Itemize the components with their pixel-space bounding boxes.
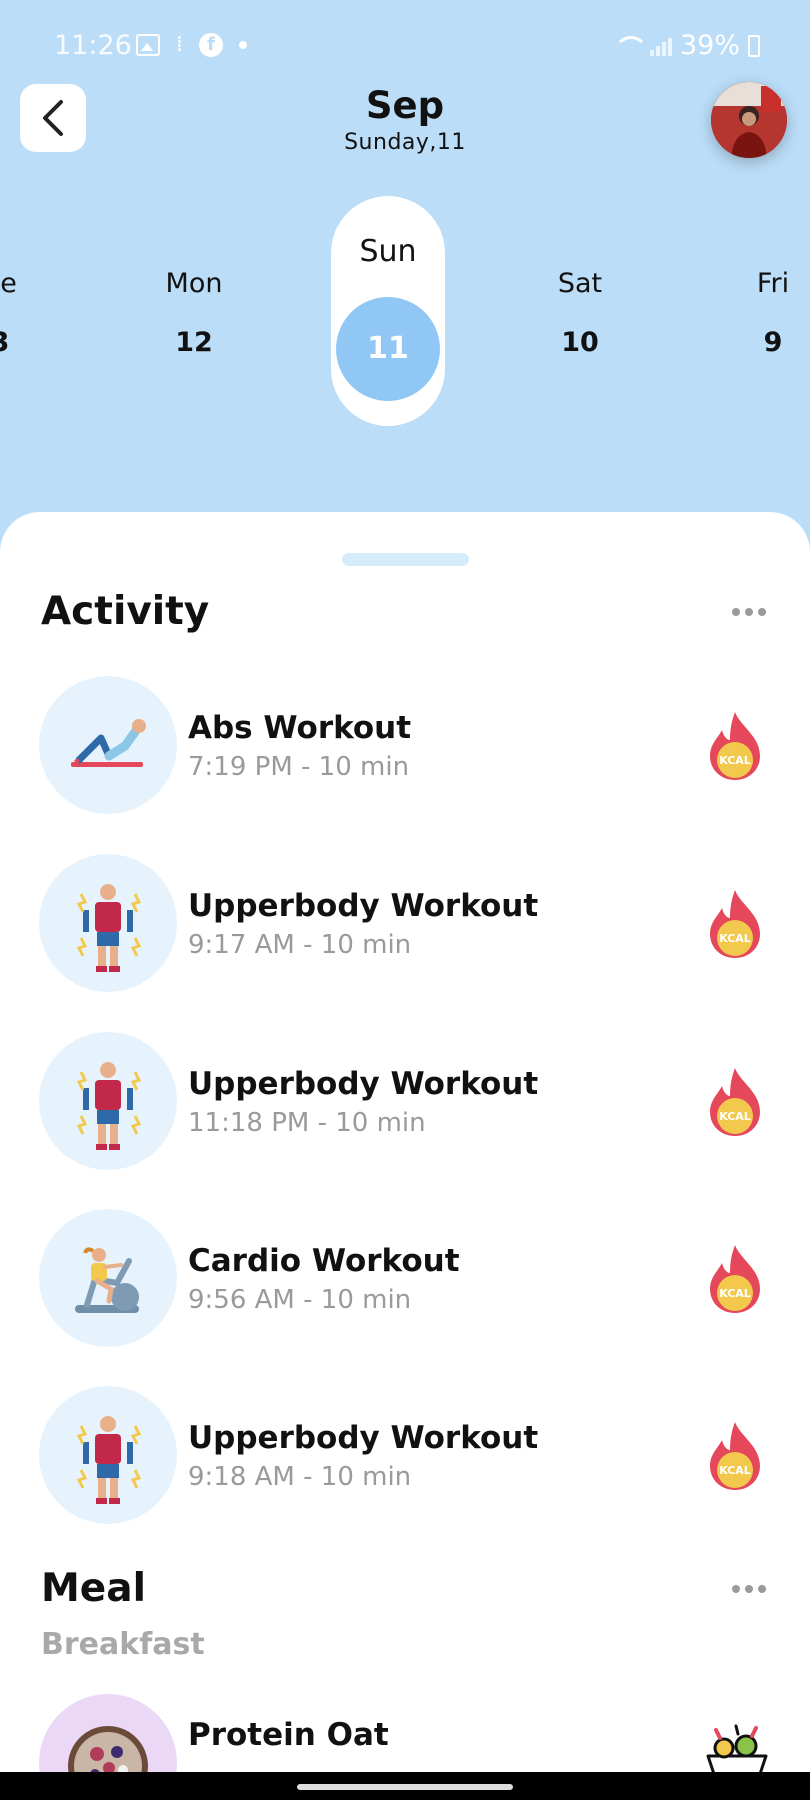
battery-icon xyxy=(748,34,760,57)
sheet-handle[interactable] xyxy=(342,553,469,566)
activity-title-text: Cardio Workout xyxy=(188,1243,460,1279)
avatar[interactable] xyxy=(711,82,787,158)
signal-icon xyxy=(649,36,672,56)
notification-icons: ⁞ f xyxy=(136,32,247,57)
activity-title-text: Upperbody Workout xyxy=(188,888,539,924)
activity-item[interactable]: Upperbody Workout 9:18 AM - 10 min KCAL xyxy=(0,1386,810,1526)
more-notifications-icon xyxy=(239,40,247,49)
upperbody-workout-icon xyxy=(39,1386,177,1524)
day-item-mon[interactable]: Mon 12 xyxy=(154,268,234,358)
activity-more-icon[interactable] xyxy=(732,608,766,618)
meal-title: Meal xyxy=(41,1566,146,1611)
activity-item[interactable]: Cardio Workout 9:56 AM - 10 min KCAL xyxy=(0,1209,810,1349)
upperbody-workout-icon xyxy=(39,1032,177,1170)
day-item-sat[interactable]: Sat 10 xyxy=(540,268,620,358)
activity-meta: 11:18 PM - 10 min xyxy=(188,1108,426,1138)
steps-icon: ⁞ xyxy=(176,32,183,57)
activity-title-text: Upperbody Workout xyxy=(188,1420,539,1456)
svg-text:KCAL: KCAL xyxy=(719,754,751,767)
activity-title-text: Upperbody Workout xyxy=(188,1066,539,1102)
kcal-flame-icon: KCAL xyxy=(710,890,760,958)
activity-title-text: Abs Workout xyxy=(188,710,412,746)
bottom-sheet: Activity Abs Workout 7:19 PM - 10 min KC… xyxy=(0,512,810,1800)
upperbody-workout-icon xyxy=(39,854,177,992)
svg-text:KCAL: KCAL xyxy=(719,1287,751,1300)
meal-item-title: Protein Oat xyxy=(188,1717,389,1753)
svg-text:KCAL: KCAL xyxy=(719,932,751,945)
meal-more-icon[interactable] xyxy=(732,1585,766,1595)
svg-text:KCAL: KCAL xyxy=(719,1110,751,1123)
avatar-photo xyxy=(711,82,787,158)
abs-workout-icon xyxy=(39,676,177,814)
activity-meta: 9:56 AM - 10 min xyxy=(188,1285,412,1315)
system-nav-bar xyxy=(0,1772,810,1800)
month-title: Sep xyxy=(365,84,445,127)
kcal-flame-icon: KCAL xyxy=(710,712,760,780)
battery-percent: 39% xyxy=(679,30,740,61)
activity-meta: 7:19 PM - 10 min xyxy=(188,752,410,782)
activity-meta: 9:18 AM - 10 min xyxy=(188,1462,412,1492)
kcal-flame-icon: KCAL xyxy=(710,1068,760,1136)
kcal-flame-icon: KCAL xyxy=(710,1245,760,1313)
date-subtitle: Sunday,11 xyxy=(344,130,466,155)
gallery-icon xyxy=(136,33,160,56)
svg-text:KCAL: KCAL xyxy=(719,1464,751,1477)
home-gesture-pill[interactable] xyxy=(297,1784,513,1790)
activity-title: Activity xyxy=(41,589,210,634)
status-right: 39% xyxy=(613,30,760,61)
wifi-icon xyxy=(613,35,648,56)
status-bar: 11:26 ⁞ f 39% xyxy=(0,0,810,96)
day-item-fri[interactable]: Fri 9 xyxy=(733,268,810,358)
activity-meta: 9:17 AM - 10 min xyxy=(188,930,412,960)
activity-item[interactable]: Abs Workout 7:19 PM - 10 min KCAL xyxy=(0,676,810,816)
kcal-flame-icon: KCAL xyxy=(710,1422,760,1490)
cardio-workout-icon xyxy=(39,1209,177,1347)
facebook-icon: f xyxy=(199,32,223,57)
header: Sep Sunday,11 xyxy=(0,82,810,184)
selected-day-number: 11 xyxy=(336,297,440,401)
day-item[interactable]: ue 3 xyxy=(0,268,30,358)
activity-item[interactable]: Upperbody Workout 9:17 AM - 10 min KCAL xyxy=(0,854,810,994)
meal-subtitle: Breakfast xyxy=(41,1627,205,1662)
activity-item[interactable]: Upperbody Workout 11:18 PM - 10 min KCAL xyxy=(0,1032,810,1172)
status-time: 11:26 xyxy=(54,30,132,61)
day-item-selected[interactable]: Sun 11 xyxy=(331,196,445,426)
